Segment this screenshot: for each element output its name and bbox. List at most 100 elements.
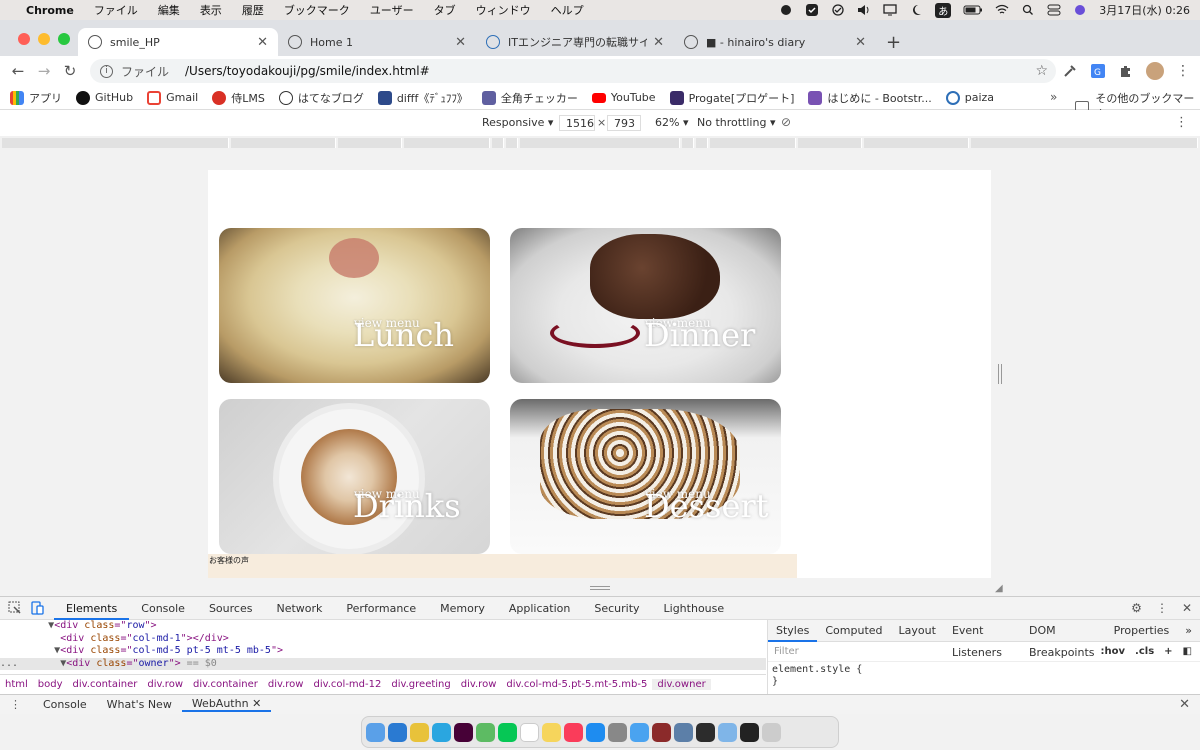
devtools-tab-console[interactable]: Console — [129, 597, 197, 620]
settings-app-icon[interactable] — [608, 722, 627, 742]
control-center-icon[interactable] — [1047, 4, 1061, 16]
media-query-segment[interactable] — [338, 138, 402, 148]
responsive-dropdown[interactable]: Responsive ▾ — [482, 116, 553, 129]
menu-tab[interactable]: タブ — [434, 2, 456, 18]
drawer-tab-whats-new[interactable]: What's New — [97, 698, 182, 711]
breadcrumb-item[interactable]: div.owner — [652, 679, 711, 690]
viewport-resize-handle-bottom[interactable] — [590, 586, 610, 590]
menu-help[interactable]: ヘルプ — [551, 2, 584, 18]
tab-hinairo-diary[interactable]: ■ - hinairo's diary ✕ — [674, 28, 876, 56]
browser-menu-icon[interactable]: ⋮ — [1176, 63, 1190, 79]
creative-cloud-icon[interactable] — [779, 4, 793, 16]
media-query-segment[interactable] — [864, 138, 969, 148]
zoom-window-button[interactable] — [58, 33, 70, 45]
menu-window[interactable]: ウィンドウ — [476, 2, 531, 18]
devtools-tab-network[interactable]: Network — [264, 597, 334, 620]
media-query-segment[interactable] — [231, 138, 336, 148]
bookmarks-overflow-chevron-icon[interactable]: » — [1050, 90, 1057, 104]
media-query-segment[interactable] — [520, 138, 680, 148]
bookmark-bootstrap[interactable]: はじめに - Bootstr... — [808, 90, 932, 106]
breadcrumb-item[interactable]: div.col-md-12 — [308, 679, 386, 690]
menu-card-dessert[interactable]: view menu Dessert — [510, 399, 781, 554]
eyedropper-icon[interactable] — [1062, 63, 1078, 79]
mail-app-icon[interactable] — [630, 722, 649, 742]
close-devtools-icon[interactable]: ✕ — [1182, 601, 1192, 615]
styles-tab-computed[interactable]: Computed — [817, 620, 890, 642]
battery-icon[interactable] — [963, 4, 983, 16]
check-app-icon[interactable] — [805, 4, 819, 16]
menu-history[interactable]: 履歴 — [242, 2, 264, 18]
tab-home-1[interactable]: Home 1 ✕ — [278, 28, 476, 56]
translate-icon[interactable]: G — [1090, 63, 1106, 79]
toggle-sidebar-icon[interactable]: ◧ — [1183, 646, 1192, 657]
bookmark-github[interactable]: GitHub — [76, 90, 133, 105]
devtools-menu-icon[interactable]: ⋮ — [1156, 601, 1168, 615]
media-query-segment[interactable] — [506, 138, 518, 148]
styles-tab-styles[interactable]: Styles — [768, 620, 818, 642]
menu-file[interactable]: ファイル — [94, 2, 138, 18]
viewport-resize-corner-icon[interactable]: ◢ — [995, 583, 1003, 594]
check-circle-icon[interactable] — [831, 4, 845, 16]
breadcrumb-item[interactable]: body — [33, 679, 68, 690]
vscode-app-icon[interactable] — [388, 722, 407, 742]
devtools-tab-elements[interactable]: Elements — [54, 597, 130, 620]
drawer-tab-console[interactable]: Console — [33, 698, 97, 711]
extensions-puzzle-icon[interactable] — [1118, 63, 1134, 79]
drawer-tab-close-icon[interactable]: ✕ — [252, 697, 261, 710]
bookmark-difff[interactable]: difff《ﾃﾞｭﾌﾌ》 — [377, 90, 468, 106]
terminal-app-icon[interactable] — [740, 722, 759, 742]
breadcrumb-item[interactable]: div.row — [263, 679, 309, 690]
menu-card-dinner[interactable]: view menu Dinner — [510, 228, 781, 383]
breadcrumb-item[interactable]: div.col-md-5.pt-5.mt-5.mb-5 — [501, 679, 652, 690]
device-toolbar-menu-icon[interactable]: ⋮ — [1175, 115, 1188, 130]
display-icon[interactable] — [883, 4, 897, 16]
notes-app-icon[interactable] — [542, 722, 561, 742]
forward-arrow-icon[interactable]: → — [31, 62, 57, 80]
dom-node-line[interactable]: ... ▼<div class="owner"> == $0 — [0, 657, 766, 670]
menubar-clock[interactable]: 3月17日(水) 0:26 — [1099, 2, 1190, 18]
tab-close-icon[interactable]: ✕ — [855, 35, 866, 50]
dom-node-line[interactable]: ▼<div class="col-md-5 pt-5 mt-5 mb-5"> — [0, 645, 766, 658]
calendar-app-icon[interactable] — [520, 722, 539, 742]
devtools-tab-lighthouse[interactable]: Lighthouse — [652, 597, 737, 620]
finder-app-icon[interactable] — [366, 722, 385, 742]
media-query-segment[interactable] — [710, 138, 796, 148]
styles-tab-layout[interactable]: Layout — [891, 620, 944, 642]
address-bar[interactable]: i ファイル /Users/toyodakouji/pg/smile/index… — [90, 59, 1056, 83]
breadcrumb-item[interactable]: div.greeting — [386, 679, 455, 690]
folder-app-icon[interactable] — [718, 722, 737, 742]
menu-card-lunch[interactable]: view menu Lunch — [219, 228, 490, 383]
dom-node-line[interactable]: <div class="col-md-1"></div> — [0, 633, 766, 646]
music-app-icon[interactable] — [564, 722, 583, 742]
element-style-rule[interactable]: element.style { } — [768, 662, 1200, 690]
bookmark-star-icon[interactable]: ☆ — [1035, 63, 1048, 79]
new-style-rule-plus-icon[interactable]: + — [1164, 646, 1172, 657]
media-query-segment[interactable] — [492, 138, 504, 148]
bookmark-progate[interactable]: Progate[プロゲート] — [669, 90, 794, 106]
viewport-resize-handle-right[interactable] — [998, 364, 1002, 384]
menu-edit[interactable]: 編集 — [158, 2, 180, 18]
menu-bookmarks[interactable]: ブックマーク — [284, 2, 350, 18]
media-query-segment[interactable] — [682, 138, 694, 148]
appstore-app-icon[interactable] — [586, 722, 605, 742]
wifi-icon[interactable] — [995, 4, 1009, 16]
rotate-icon[interactable]: ⊘ — [781, 115, 791, 129]
device-toggle-icon[interactable] — [30, 601, 44, 615]
viewport-height-input[interactable]: 793 — [607, 115, 641, 131]
xd-app-icon[interactable] — [454, 722, 473, 742]
media-query-segment[interactable] — [971, 138, 1198, 148]
hover-state-toggle[interactable]: :hov — [1101, 646, 1126, 657]
back-arrow-icon[interactable]: ← — [5, 62, 31, 80]
tab-close-icon[interactable]: ✕ — [455, 35, 466, 50]
line-app-icon[interactable] — [498, 722, 517, 742]
media-query-segment[interactable] — [798, 138, 862, 148]
styles-tab-event-listeners[interactable]: Event Listeners — [944, 620, 1021, 659]
new-tab-plus-icon[interactable]: + — [886, 32, 901, 53]
breadcrumb-item[interactable]: div.row — [456, 679, 502, 690]
dictionary-app-icon[interactable] — [652, 722, 671, 742]
bookmark-hatena-blog[interactable]: はてなブログ — [278, 90, 364, 106]
menu-user[interactable]: ユーザー — [370, 2, 414, 18]
media-query-segment[interactable] — [404, 138, 490, 148]
breadcrumb-item[interactable]: div.row — [142, 679, 188, 690]
styles-tab-properties[interactable]: Properties — [1106, 620, 1178, 642]
